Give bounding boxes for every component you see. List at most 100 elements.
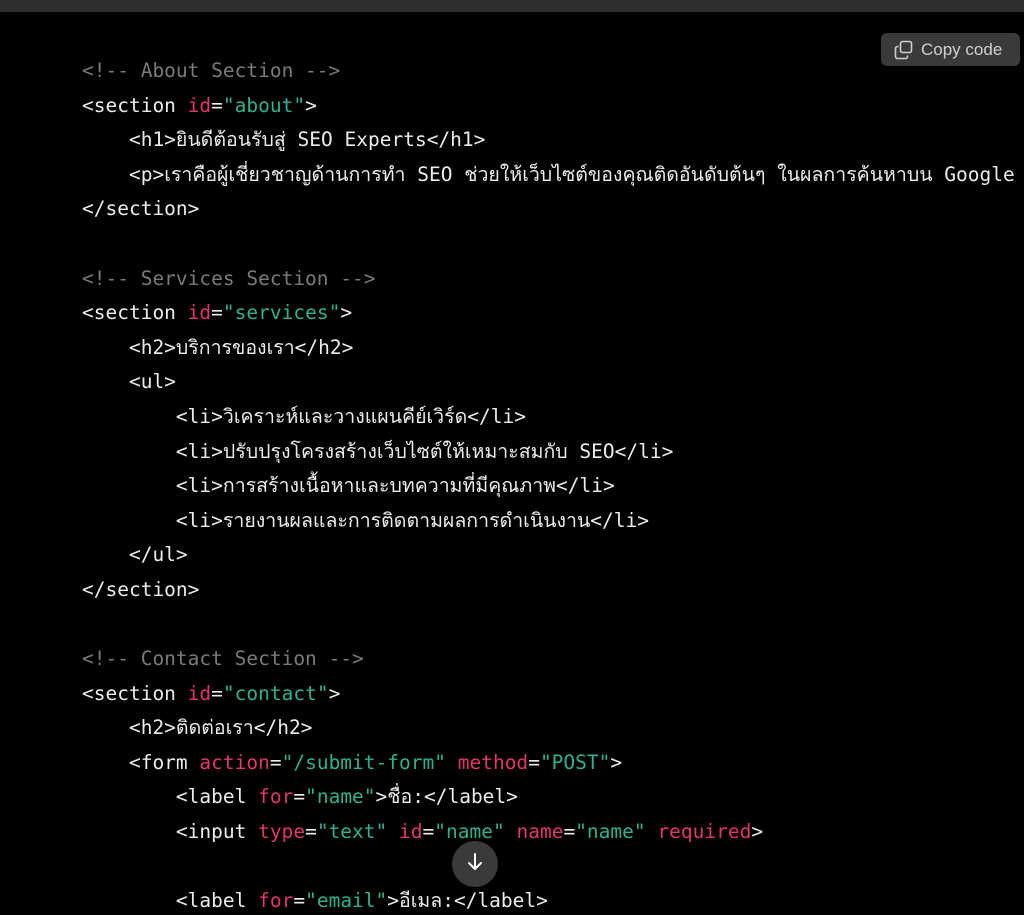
code-line: <section id="services"> bbox=[82, 296, 1015, 331]
code-token: = bbox=[305, 820, 317, 844]
code-token: <!-- About Section --> bbox=[82, 59, 341, 82]
code-token: </li> bbox=[614, 439, 674, 463]
code-token: </label> bbox=[453, 889, 548, 913]
code-token: <form bbox=[82, 750, 200, 774]
code-line: <li>รายงานผลและการติดตามผลการดำเนินงาน</… bbox=[82, 504, 1015, 539]
code-line: <ul> bbox=[82, 365, 1015, 400]
code-token: for bbox=[258, 785, 294, 809]
code-token: </li> bbox=[556, 474, 615, 498]
code-token: </section> bbox=[82, 577, 200, 601]
code-token: <ul> bbox=[82, 370, 176, 394]
code-token: รายงานผลและการติดตามผลการดำเนินงาน bbox=[222, 508, 591, 532]
code-token: วิเคราะห์และวางแผนคีย์เวิร์ด bbox=[222, 404, 468, 428]
code-token: id bbox=[187, 681, 212, 705]
scroll-to-bottom-button[interactable] bbox=[452, 841, 498, 887]
code-token: action bbox=[199, 750, 270, 774]
code-token: <li> bbox=[82, 404, 223, 428]
code-line: <!-- About Section --> bbox=[82, 54, 1015, 89]
code-token: > bbox=[305, 93, 317, 117]
code-token: = bbox=[422, 820, 435, 844]
code-token: = bbox=[293, 785, 306, 809]
code-token: </h1> bbox=[426, 128, 486, 152]
code-line: </section> bbox=[82, 573, 1015, 608]
code-token: <section bbox=[82, 93, 188, 117]
code-token: </section> bbox=[82, 197, 200, 221]
code-token: name bbox=[516, 820, 564, 844]
code-token: "name" bbox=[305, 785, 376, 809]
code-token: "name" bbox=[575, 820, 646, 844]
code-token: <li> bbox=[82, 474, 223, 498]
code-token: <input bbox=[82, 820, 259, 844]
code-token: อีเมล: bbox=[399, 889, 454, 913]
code-token: "contact" bbox=[222, 681, 329, 705]
code-token: ติดต่อเรา bbox=[175, 716, 254, 740]
code-line: <label for="name">ชื่อ:</label> bbox=[82, 780, 1015, 815]
code-token: <li> bbox=[82, 439, 223, 463]
code-token: = bbox=[528, 750, 540, 774]
code-token: > bbox=[387, 889, 400, 913]
code-token: <label bbox=[82, 785, 259, 809]
code-line: <li>วิเคราะห์และวางแผนคีย์เวิร์ด</li> bbox=[82, 400, 1015, 435]
code-line: <!-- Contact Section --> bbox=[82, 642, 1015, 677]
code-block: Copy code <!-- About Section --> <section… bbox=[4, 12, 1024, 915]
code-line: <p>เราคือผู้เชี่ยวชาญด้านการทำ SEO ช่วยใ… bbox=[82, 158, 1015, 193]
code-line: <li>ปรับปรุงโครงสร้างเว็บไซต์ให้เหมาะสมก… bbox=[82, 435, 1015, 470]
code-token: type bbox=[258, 820, 306, 844]
code-token: required bbox=[657, 820, 752, 844]
code-line: <h2>ติดต่อเรา</h2> bbox=[82, 711, 1015, 746]
code-line: <input type="text" id="name" name="name"… bbox=[82, 815, 1015, 850]
code-token: <li> bbox=[82, 508, 223, 532]
code-token: <p> bbox=[82, 162, 165, 186]
code-token: "services" bbox=[222, 301, 341, 325]
code-token: "name" bbox=[434, 820, 505, 844]
code-token: เราคือผู้เชี่ยวชาญด้านการทำ SEO ช่วยให้เ… bbox=[164, 162, 1015, 186]
code-token: </li> bbox=[590, 508, 649, 532]
arrow-down-icon bbox=[465, 852, 485, 877]
code-token: = bbox=[211, 681, 223, 705]
code-token: for bbox=[258, 889, 294, 913]
code-token: <!-- Services Section --> bbox=[82, 266, 376, 290]
code-token: <section bbox=[82, 681, 188, 705]
code-token: = bbox=[211, 301, 223, 325]
code-token: การสร้างเนื้อหาและบทความที่มีคุณภาพ bbox=[222, 474, 556, 498]
code-token: > bbox=[375, 785, 388, 809]
code-line: </section> bbox=[82, 192, 1015, 227]
code-token: <h2> bbox=[82, 335, 176, 359]
code-token: id bbox=[399, 820, 423, 844]
code-token: > bbox=[328, 681, 341, 705]
code-token: <!-- Contact Section --> bbox=[82, 647, 364, 671]
code-line: </ul> bbox=[82, 538, 1015, 573]
code-token: <h1> bbox=[82, 128, 176, 152]
code-token: บริการของเรา bbox=[175, 335, 295, 359]
code-token: "text" bbox=[316, 820, 388, 844]
code-token: = bbox=[563, 820, 576, 844]
code-line: <section id="about"> bbox=[82, 89, 1015, 124]
code-line: <label for="email">อีเมล:</label> bbox=[82, 884, 1015, 915]
code-token: </ul> bbox=[82, 543, 188, 567]
code-token: > bbox=[751, 820, 764, 844]
code-token: = bbox=[269, 750, 282, 774]
code-token: = bbox=[211, 93, 223, 117]
window-top-strip bbox=[0, 0, 1024, 12]
code-token: </h2> bbox=[253, 716, 313, 740]
code-token: "about" bbox=[222, 93, 306, 117]
code-token: <h2> bbox=[82, 716, 176, 740]
code-token: <label bbox=[82, 889, 259, 913]
code-token: </h2> bbox=[294, 335, 354, 359]
code-token: ยินดีต้อนรับสู่ SEO Experts bbox=[175, 128, 427, 152]
code-token: > bbox=[340, 301, 353, 325]
code-line: <form action="/submit-form" method="POST… bbox=[82, 746, 1015, 781]
code-token: ปรับปรุงโครงสร้างเว็บไซต์ให้เหมาะสมกับ S… bbox=[222, 439, 615, 463]
code-line: <h2>บริการของเรา</h2> bbox=[82, 331, 1015, 366]
code-token: ชื่อ: bbox=[387, 785, 424, 809]
code-token: = bbox=[293, 889, 306, 913]
code-line: <h1>ยินดีต้อนรับสู่ SEO Experts</h1> bbox=[82, 123, 1015, 158]
code-token: <section bbox=[82, 301, 188, 325]
code-line: <!-- Services Section --> bbox=[82, 262, 1015, 297]
